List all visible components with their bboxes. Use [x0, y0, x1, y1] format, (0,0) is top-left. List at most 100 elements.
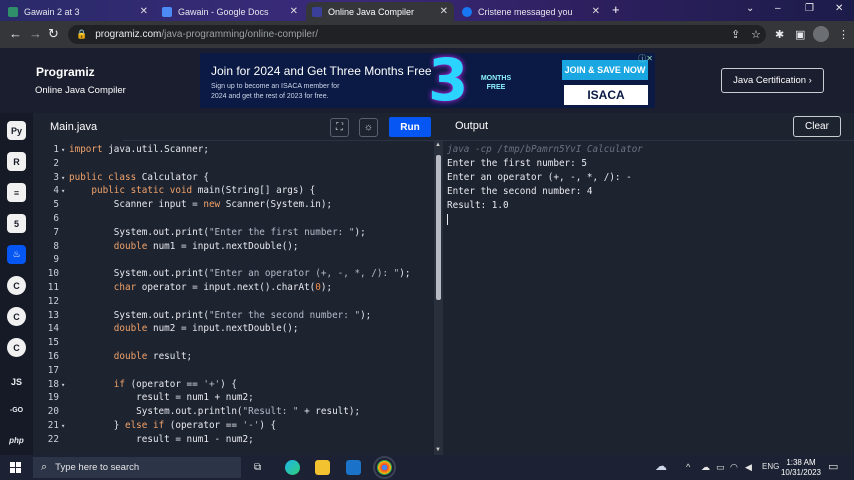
address-bar[interactable]: 🔒 programiz.com/java-programming/online-… — [68, 25, 766, 44]
close-tab-icon[interactable]: ✕ — [440, 6, 448, 17]
share-icon[interactable]: ⇪ — [731, 28, 740, 41]
code-editor[interactable]: 1 ▾ import java.util.Scanner; 2 3 ▾ public cla… — [33, 141, 433, 455]
profile-avatar[interactable] — [813, 26, 829, 42]
code-line[interactable]: 10 System.out.print("Enter an operator (… — [33, 268, 433, 282]
close-tab-icon[interactable]: ✕ — [290, 6, 298, 17]
file-tab-main-java[interactable]: Main.java — [33, 113, 123, 141]
fold-icon[interactable]: ▾ — [61, 146, 65, 154]
onedrive-icon[interactable]: ☁ — [701, 462, 710, 473]
clear-button[interactable]: Clear — [793, 116, 841, 137]
r-icon[interactable]: R — [7, 152, 26, 171]
editor-toolbar: Main.java ⛶ ☼ Run — [33, 113, 445, 141]
fold-icon[interactable]: ▾ — [61, 187, 65, 195]
tray-chevron-icon[interactable]: ^ — [686, 462, 690, 472]
ad-banner[interactable]: Join for 2024 and Get Three Months Free … — [200, 53, 655, 108]
python-icon[interactable]: Py — [7, 121, 26, 140]
fold-icon[interactable]: ▾ — [61, 422, 65, 430]
ad-close-icon[interactable]: ⓘ✕ — [638, 53, 653, 64]
ad-text: Sign up to become an ISACA member for — [211, 83, 340, 90]
restore-icon[interactable]: ❐ — [805, 3, 814, 14]
weather-icon[interactable]: ☁ — [655, 459, 667, 473]
task-view-icon[interactable]: ⧉ — [254, 462, 261, 473]
close-tab-icon[interactable]: ✕ — [140, 6, 148, 17]
bookmark-star-icon[interactable]: ☆ — [751, 28, 761, 41]
code-line[interactable]: 18 ▾ if (operator == '+') { — [33, 379, 433, 393]
code-text: import java.util.Scanner; — [69, 144, 209, 155]
csharp-icon[interactable]: C — [7, 338, 26, 357]
chrome-icon[interactable] — [373, 456, 396, 479]
fold-icon[interactable]: ▾ — [61, 174, 65, 182]
browser-tab-active[interactable]: Online Java Compiler ✕ — [306, 2, 454, 21]
output-line: Enter the first number: 5 — [447, 158, 587, 169]
volume-icon[interactable]: ◀ — [745, 462, 752, 473]
code-line[interactable]: 14 double num2 = input.nextDouble(); — [33, 323, 433, 337]
file-explorer-icon[interactable] — [315, 460, 330, 475]
battery-icon[interactable]: ▭ — [716, 462, 725, 473]
close-tab-icon[interactable]: ✕ — [592, 6, 600, 17]
reload-icon[interactable]: ↻ — [48, 26, 59, 42]
cpp-icon[interactable]: C — [7, 307, 26, 326]
c-icon[interactable]: C — [7, 276, 26, 295]
code-line[interactable]: 22 result = num1 - num2; — [33, 434, 433, 448]
code-line[interactable]: 12 — [33, 296, 433, 310]
code-line[interactable]: 4 ▾ public static void main(String[] args… — [33, 185, 433, 199]
programiz-logo[interactable]: Programiz — [36, 65, 95, 79]
html-icon[interactable]: 5 — [7, 214, 26, 233]
menu-kebab-icon[interactable]: ⋮ — [838, 28, 849, 41]
scroll-down-icon[interactable]: ▼ — [435, 447, 441, 453]
go-icon[interactable]: -GO — [7, 401, 26, 420]
java-icon[interactable]: ♨ — [7, 245, 26, 264]
javascript-icon[interactable]: JS — [7, 372, 26, 391]
fold-icon[interactable]: ▾ — [61, 381, 65, 389]
run-button[interactable]: Run — [389, 117, 431, 137]
java-certification-button[interactable]: Java Certification › — [721, 68, 824, 93]
code-line[interactable]: 6 — [33, 213, 433, 227]
wifi-icon[interactable]: ◠ — [730, 462, 738, 473]
sidepanel-icon[interactable]: ▣ — [795, 28, 805, 41]
theme-toggle-icon[interactable]: ☼ — [359, 118, 378, 137]
taskbar-clock[interactable]: 1:38 AM 10/31/2023 — [778, 458, 824, 478]
edge-icon[interactable] — [285, 460, 300, 475]
taskbar-search[interactable]: ⌕ Type here to search — [33, 457, 241, 478]
code-line[interactable]: 3 ▾ public class Calculator { — [33, 172, 433, 186]
facebook-icon — [462, 6, 472, 17]
code-line[interactable]: 20 System.out.println("Result: " + resul… — [33, 406, 433, 420]
mail-icon[interactable] — [346, 460, 361, 475]
text-cursor — [447, 214, 448, 225]
extensions-icon[interactable]: ✱ — [775, 28, 784, 41]
code-line[interactable]: 5 Scanner input = new Scanner(System.in)… — [33, 199, 433, 213]
code-line[interactable]: 2 — [33, 158, 433, 172]
new-tab-icon[interactable]: + — [612, 2, 620, 17]
language-indicator[interactable]: ENG — [762, 462, 779, 471]
windows-start-icon[interactable] — [10, 462, 21, 473]
forward-icon[interactable]: → — [29, 26, 42, 41]
notification-icon[interactable]: ▭ — [828, 460, 838, 473]
browser-tab[interactable]: Cristene messaged you ✕ — [456, 2, 606, 21]
scrollbar-thumb[interactable] — [436, 155, 441, 300]
line-number: 11 — [47, 282, 59, 293]
code-line[interactable]: 13 System.out.print("Enter the second nu… — [33, 310, 433, 324]
code-line[interactable]: 11 char operator = input.next().charAt(0… — [33, 282, 433, 296]
code-line[interactable]: 7 System.out.print("Enter the first numb… — [33, 227, 433, 241]
code-line[interactable]: 1 ▾ import java.util.Scanner; — [33, 144, 433, 158]
code-line[interactable]: 21 ▾ } else if (operator == '-') { — [33, 420, 433, 434]
minimize-icon[interactable]: – — [775, 3, 781, 14]
ad-join-button[interactable]: JOIN & SAVE NOW — [562, 60, 648, 80]
fullscreen-icon[interactable]: ⛶ — [330, 118, 349, 137]
browser-tab[interactable]: Gawain - Google Docs ✕ — [156, 2, 304, 21]
code-line[interactable]: 19 result = num1 + num2; — [33, 392, 433, 406]
code-line[interactable]: 8 double num1 = input.nextDouble(); — [33, 241, 433, 255]
sql-icon[interactable]: ≡ — [7, 183, 26, 202]
scroll-up-icon[interactable]: ▲ — [435, 142, 441, 148]
browser-tab[interactable]: Gawain 2 at 3 ✕ — [2, 2, 154, 21]
code-line[interactable]: 16 double result; — [33, 351, 433, 365]
code-line[interactable]: 9 — [33, 254, 433, 268]
close-window-icon[interactable]: ✕ — [835, 3, 843, 14]
back-icon[interactable]: ← — [9, 26, 22, 41]
editor-scrollbar[interactable]: ▲ ▼ — [434, 141, 443, 455]
php-icon[interactable]: php — [7, 431, 26, 450]
code-line[interactable]: 17 — [33, 365, 433, 379]
tab-search-icon[interactable]: ⌄ — [746, 3, 754, 14]
code-line[interactable]: 15 — [33, 337, 433, 351]
output-console[interactable]: java -cp /tmp/bPamrn5YvI Calculator Ente… — [445, 141, 854, 455]
